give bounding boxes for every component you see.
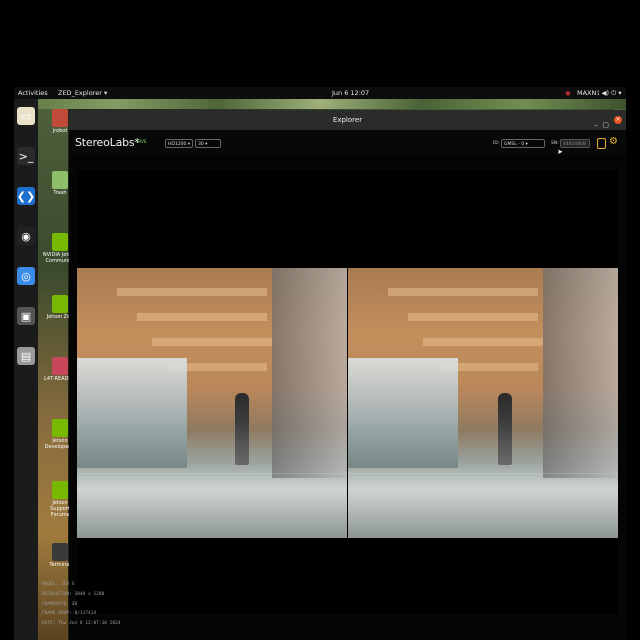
desktop-item-icon <box>52 295 68 313</box>
activities-button[interactable]: Activities <box>18 89 48 97</box>
info-date: DATE: Thu Jun 6 12:07:10 2024 <box>42 621 121 627</box>
record-icon[interactable] <box>597 138 606 149</box>
camera-id-select[interactable]: GMSL - 0 ▾ <box>501 139 545 148</box>
top-bar: Activities ZED_Explorer ▾ Jun 6 12:07 ◉ … <box>14 87 626 99</box>
gear-icon[interactable]: ⚙ <box>609 136 618 147</box>
desktop-screen: Activities ZED_Explorer ▾ Jun 6 12:07 ◉ … <box>14 87 626 640</box>
obs-icon[interactable]: ◉ <box>17 227 35 245</box>
app-grid-icon[interactable]: ▣ <box>17 307 35 325</box>
floor-line <box>77 473 347 474</box>
balcony-shape <box>152 338 272 346</box>
desktop-item-icon <box>52 109 68 127</box>
info-resolution: RESOLUTION: 3840 x 1200 <box>42 591 105 597</box>
desktop-item-icon <box>52 419 68 437</box>
window-title: Explorer <box>332 116 363 124</box>
explorer-window: Explorer – ▢ × StereoLabs* LIVE HD1200 ▾… <box>69 110 626 640</box>
camera-id-label: ID: <box>493 141 500 146</box>
person <box>235 393 249 465</box>
disk-icon[interactable]: ▤ <box>17 347 35 365</box>
balcony-shape <box>117 288 267 296</box>
app-menu[interactable]: ZED_Explorer ▾ <box>58 89 107 97</box>
fps-select[interactable]: 30 ▾ <box>195 139 221 148</box>
live-badge: LIVE <box>137 140 147 145</box>
glass-facade <box>77 358 187 468</box>
status-icons[interactable]: ⟟ ◀) ⏻ ▾ <box>597 89 622 98</box>
vscode-icon[interactable]: ❮❯ <box>17 187 35 205</box>
clock[interactable]: Jun 6 12:07 <box>332 89 369 97</box>
wallpaper-strip <box>14 99 626 109</box>
serial-label: SN: <box>551 141 559 146</box>
right-camera-image <box>348 268 618 538</box>
concrete-wall <box>272 268 347 478</box>
nvidia-tray-icon[interactable]: ◉ <box>565 89 571 97</box>
serial-field[interactable]: 44920808 <box>560 139 590 148</box>
files-icon[interactable]: ▭ <box>17 107 35 125</box>
info-framerate: FRAMERATE: 30 <box>42 601 78 607</box>
glass-facade <box>348 358 458 468</box>
desktop-item-icon <box>52 233 68 251</box>
concrete-wall <box>543 268 618 478</box>
desktop-item-icon <box>52 481 68 499</box>
window-titlebar[interactable]: Explorer – ▢ × <box>69 110 626 130</box>
floor-line <box>348 473 618 474</box>
terminal-icon[interactable]: >_ <box>17 147 35 165</box>
person <box>498 393 512 465</box>
dock: ▭ >_ ❮❯ ◉ ◎ ▣ ▤ <box>14 99 38 640</box>
balcony-shape <box>137 313 267 321</box>
camera-viewer <box>77 170 618 614</box>
balcony-shape <box>423 338 543 346</box>
close-button[interactable]: × <box>614 116 622 124</box>
balcony-shape <box>388 288 538 296</box>
desktop-item-icon <box>52 543 68 561</box>
desktop-item-icon <box>52 171 68 189</box>
stereolabs-logo: StereoLabs* <box>75 136 140 149</box>
desktop-item-icon <box>52 357 68 375</box>
chromium-icon[interactable]: ◎ <box>17 267 35 285</box>
power-mode[interactable]: MAXN <box>577 89 596 97</box>
resolution-select[interactable]: HD1200 ▾ <box>165 139 193 148</box>
camera-info: MODEL: ZED X RESOLUTION: 3840 x 1200 FRA… <box>42 580 121 629</box>
balcony-shape <box>408 313 538 321</box>
explorer-header: StereoLabs* LIVE HD1200 ▾ 30 ▾ ID: GMSL … <box>69 130 626 154</box>
left-camera-image <box>77 268 347 538</box>
mouse-cursor-icon: ➤ <box>557 148 563 156</box>
info-frame-drop: FRAME DROP: 0/117414 <box>42 611 97 617</box>
info-model: MODEL: ZED X <box>42 582 75 587</box>
